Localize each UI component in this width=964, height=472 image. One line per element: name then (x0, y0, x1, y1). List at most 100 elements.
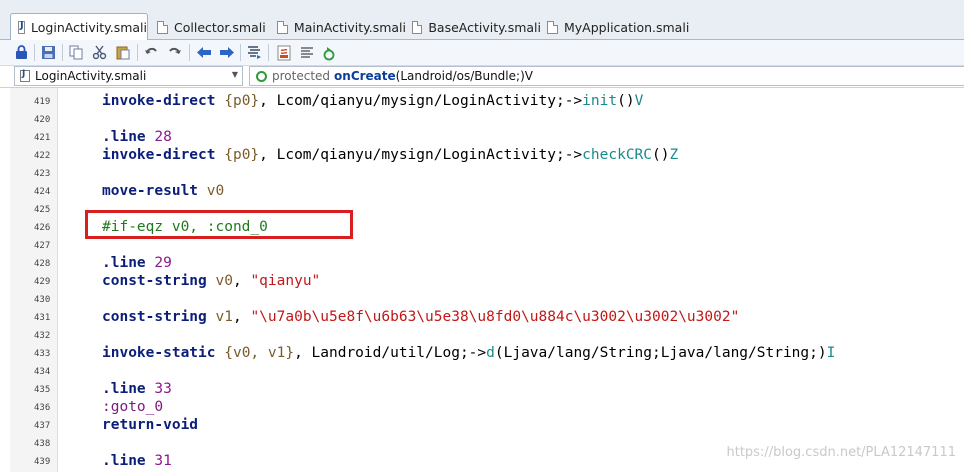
code-line[interactable]: 421 .line 28 (0, 128, 964, 146)
line-number: 426 (34, 223, 51, 233)
code-text: :goto_0 (102, 399, 163, 415)
code-line[interactable]: 434 (0, 362, 964, 380)
tab-label: MainActivity.smali (293, 19, 406, 35)
code-token: 29 (154, 255, 172, 271)
lock-icon[interactable] (13, 44, 30, 61)
code-text: invoke-static {v0, v1}, Landroid/util/Lo… (102, 345, 835, 361)
code-text: const-string v1, "\u7a0b\u5e8f\u6b63\u5e… (102, 309, 739, 325)
code-token: Z (669, 147, 679, 163)
method-modifier: protected (272, 69, 331, 83)
code-line[interactable]: 428 .line 29 (0, 254, 964, 272)
tab-loginactivity[interactable]: LoginActivity.smali (10, 13, 148, 40)
code-line[interactable]: 429 const-string v0, "qianyu" (0, 272, 964, 290)
code-token: return-void (102, 417, 199, 433)
code-line[interactable]: 430 (0, 290, 964, 308)
code-editor[interactable]: 419 invoke-direct {p0}, Lcom/qianyu/mysig… (0, 88, 964, 472)
file-icon (277, 20, 288, 34)
back-arrow-icon[interactable] (195, 44, 212, 61)
line-number: 431 (34, 313, 51, 323)
code-token: 33 (154, 381, 172, 397)
code-line[interactable]: 437 return-void (0, 416, 964, 434)
code-line[interactable]: 424 move-result v0 (0, 182, 964, 200)
code-line[interactable]: 433 invoke-static {v0, v1}, Landroid/util… (0, 344, 964, 362)
code-token: I (826, 345, 836, 361)
code-line[interactable]: 432 (0, 326, 964, 344)
code-token: {p0} (224, 147, 260, 163)
align-icon[interactable] (298, 44, 315, 61)
file-icon (412, 20, 423, 34)
line-number: 428 (34, 259, 51, 269)
code-token: checkCRC (582, 147, 653, 163)
java-file-icon (20, 69, 30, 82)
tab-baseactivity[interactable]: BaseActivity.smali (405, 14, 541, 40)
code-text: .line 31 (102, 453, 172, 469)
code-token: V (634, 93, 644, 109)
code-token: () (617, 93, 635, 109)
code-line[interactable]: 435 .line 33 (0, 380, 964, 398)
tab-mainactivity[interactable]: MainActivity.smali (270, 14, 406, 40)
code-token: invoke-direct (102, 147, 216, 163)
code-line[interactable]: 436:goto_0 (0, 398, 964, 416)
tab-label: MyApplication.smali (564, 19, 690, 35)
tab-collector[interactable]: Collector.smali (150, 14, 274, 40)
code-token: v1 (215, 309, 233, 325)
code-line[interactable]: 422 invoke-direct {p0}, Lcom/qianyu/mysig… (0, 146, 964, 164)
method-name: onCreate (334, 69, 396, 83)
toolbar-separator (34, 44, 35, 61)
code-line[interactable]: 423 (0, 164, 964, 182)
code-text: move-result v0 (102, 183, 224, 199)
code-text: invoke-direct {p0}, Lcom/qianyu/mysign/L… (102, 93, 643, 109)
format-icon[interactable] (246, 44, 263, 61)
redo-icon[interactable] (166, 44, 183, 61)
copy-icon[interactable] (68, 44, 85, 61)
refresh-icon[interactable] (320, 44, 337, 61)
chevron-down-icon: ▼ (231, 70, 238, 79)
code-token: "qianyu" (250, 273, 321, 289)
line-number: 429 (34, 277, 51, 287)
method-signature: (Landroid/os/Bundle;)V (395, 69, 533, 83)
code-token: move-result (102, 183, 199, 199)
tab-myapplication[interactable]: MyApplication.smali (540, 14, 690, 40)
tab-label: Collector.smali (174, 19, 266, 35)
method-icon (256, 70, 267, 82)
code-token: {v0, v1} (224, 345, 295, 361)
file-icon (547, 20, 558, 34)
line-number: 430 (34, 295, 51, 305)
line-number: 422 (34, 151, 51, 161)
code-text: .line 28 (102, 129, 172, 145)
code-line[interactable]: 420 (0, 110, 964, 128)
save-icon[interactable] (40, 44, 57, 61)
method-selector-dropdown[interactable]: protected onCreate (Landroid/os/Bundle;)… (249, 66, 964, 86)
code-line[interactable]: 419 invoke-direct {p0}, Lcom/qianyu/mysig… (0, 92, 964, 110)
code-token: invoke-static (102, 345, 216, 361)
watermark-text: https://blog.csdn.net/PLA12147111 (726, 445, 957, 460)
code-token: , Landroid/util/Log;-> (294, 345, 487, 361)
code-token: 31 (154, 453, 172, 469)
forward-arrow-icon[interactable] (218, 44, 235, 61)
code-token: :goto_0 (102, 399, 164, 415)
code-token: .line (102, 381, 146, 397)
editor-tab-bar: LoginActivity.smali Collector.smali Main… (0, 0, 964, 40)
java-decompile-icon[interactable] (275, 44, 292, 61)
undo-icon[interactable] (143, 44, 160, 61)
code-token: .line (102, 129, 146, 145)
cut-icon[interactable] (91, 44, 108, 61)
paste-icon[interactable] (114, 44, 131, 61)
line-number: 432 (34, 331, 51, 341)
file-selector-dropdown[interactable]: LoginActivity.smali ▼ (14, 66, 243, 86)
code-token: v0 (215, 273, 233, 289)
line-number: 425 (34, 205, 51, 215)
line-number: 421 (34, 133, 51, 143)
code-line[interactable]: 431 const-string v1, "\u7a0b\u5e8f\u6b63\… (0, 308, 964, 326)
line-number: 423 (34, 169, 51, 179)
code-token: , (232, 309, 251, 325)
code-text: const-string v0, "qianyu" (102, 273, 320, 289)
tab-label: LoginActivity.smali (31, 19, 147, 35)
code-text: .line 29 (102, 255, 172, 271)
file-selector-value: LoginActivity.smali (35, 69, 147, 83)
toolbar-separator (189, 44, 190, 61)
file-icon (157, 20, 168, 34)
code-token: 28 (154, 129, 172, 145)
